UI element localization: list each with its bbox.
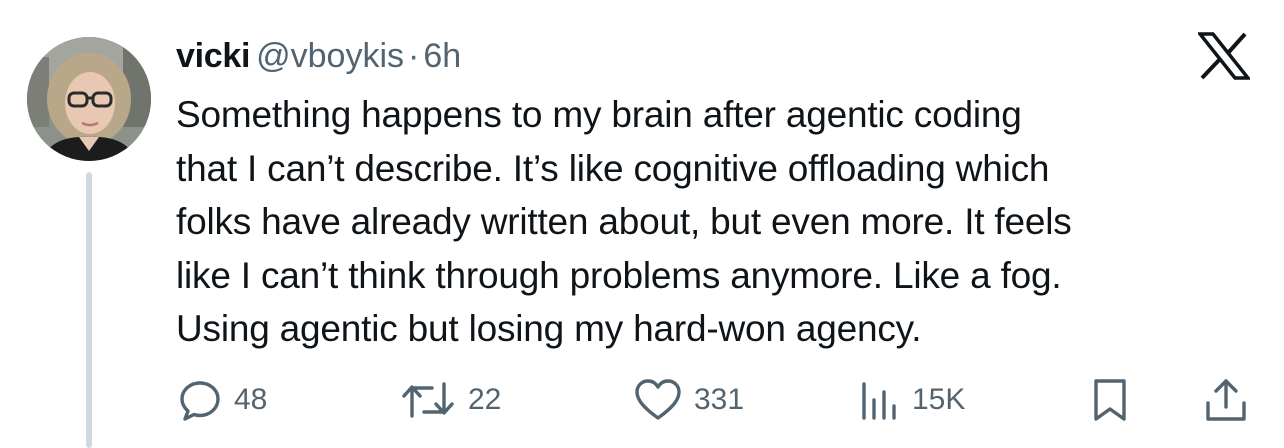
author-display-name[interactable]: vicki bbox=[176, 37, 250, 75]
speech-bubble-icon bbox=[180, 381, 220, 421]
reply-count: 48 bbox=[234, 383, 268, 416]
share-button[interactable] bbox=[1204, 376, 1248, 424]
bar-chart-icon bbox=[862, 382, 896, 420]
heart-icon bbox=[635, 379, 681, 420]
tweet-text-line: Something happens to my brain after agen… bbox=[176, 94, 1022, 135]
separator-dot: · bbox=[408, 37, 420, 75]
like-count: 331 bbox=[694, 383, 745, 416]
bookmark-icon bbox=[1094, 379, 1126, 421]
tweet-text-line: Using agentic but losing my hard-won age… bbox=[176, 308, 922, 349]
tweet-text-line: like I can’t think through problems anym… bbox=[176, 254, 1062, 296]
retweet-button[interactable]: 22 bbox=[400, 376, 501, 424]
x-logo-icon bbox=[1196, 32, 1252, 80]
retweet-count: 22 bbox=[468, 383, 502, 416]
tweet-timestamp[interactable]: 6h bbox=[423, 37, 461, 75]
tweet-header: vicki @vboykis · 6h bbox=[176, 36, 461, 76]
bookmark-button[interactable] bbox=[1090, 376, 1130, 424]
tweet-text-line: folks have already written about, but ev… bbox=[176, 201, 1072, 242]
thread-connector-line bbox=[86, 172, 92, 448]
author-handle[interactable]: @vboykis bbox=[256, 37, 404, 75]
tweet-text: Something happens to my brain after agen… bbox=[176, 88, 1256, 356]
tweet-text-line: that I can’t describe. It’s like cogniti… bbox=[176, 147, 1050, 189]
views-count: 15K bbox=[912, 383, 966, 416]
like-button[interactable]: 331 bbox=[634, 376, 744, 424]
share-upload-icon bbox=[1206, 379, 1246, 421]
avatar[interactable] bbox=[27, 37, 151, 161]
views-button[interactable]: 15K bbox=[860, 376, 965, 424]
retweet-arrows-icon bbox=[402, 382, 454, 418]
profile-photo bbox=[27, 37, 151, 161]
reply-button[interactable]: 48 bbox=[178, 376, 267, 424]
